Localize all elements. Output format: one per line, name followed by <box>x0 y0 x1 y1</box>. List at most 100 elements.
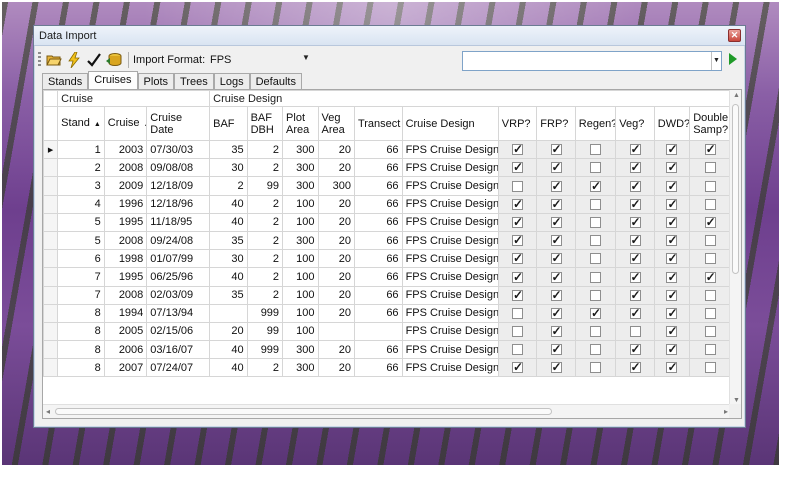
cell-baf-dbh[interactable]: 2 <box>246 230 284 251</box>
import-format-value[interactable]: FPS <box>210 54 231 66</box>
cell-vrp[interactable] <box>497 139 538 160</box>
vegq-checkbox[interactable] <box>629 270 641 284</box>
dbl-checkbox[interactable] <box>704 289 716 301</box>
cell-stand[interactable]: 7 <box>57 267 105 287</box>
frp-checkbox[interactable] <box>550 197 562 211</box>
regen-checkbox[interactable] <box>590 326 602 338</box>
cell-stand[interactable]: 8 <box>57 340 105 360</box>
frp-checkbox[interactable] <box>550 251 562 265</box>
cell-plot[interactable]: 100 <box>282 267 319 287</box>
open-folder-icon[interactable] <box>45 51 63 69</box>
table-row[interactable]: 7 1995 06/25/96 40 2 100 20 66 FPS Cruise Design <box>43 267 731 287</box>
regen-checkbox[interactable] <box>590 362 602 374</box>
cell-cruise[interactable]: 2006 <box>103 340 148 360</box>
column-header[interactable]: FRP? <box>536 106 576 141</box>
cell-vrp[interactable] <box>497 194 538 214</box>
column-header[interactable]: Cruise Date <box>146 106 211 141</box>
cell-cruise[interactable]: 2008 <box>103 158 148 178</box>
cell-veg[interactable]: 20 <box>317 194 355 214</box>
regen-checkbox[interactable] <box>590 216 602 228</box>
vrp-checkbox[interactable] <box>512 307 524 319</box>
cell-baf[interactable]: 30 <box>209 158 248 178</box>
cell-dwd[interactable] <box>653 267 691 287</box>
cell-dbl[interactable] <box>689 139 731 160</box>
cell-stand[interactable]: 8 <box>57 358 105 378</box>
cell-dbl[interactable] <box>689 158 731 178</box>
dbl-checkbox[interactable] <box>704 198 716 210</box>
tab-stands[interactable]: Stands <box>42 73 89 90</box>
cell-vrp[interactable] <box>497 267 538 287</box>
cell-plot[interactable]: 100 <box>282 303 319 323</box>
table-row[interactable]: 4 1996 12/18/96 40 2 100 20 66 FPS Cruise Design <box>43 194 731 214</box>
cell-veg[interactable]: 20 <box>317 230 355 251</box>
cell-design[interactable]: FPS Cruise Design <box>401 139 499 160</box>
cell-vegq[interactable] <box>615 267 655 287</box>
cell-transect[interactable]: 66 <box>353 249 403 269</box>
row-selector[interactable] <box>43 340 59 360</box>
row-selector[interactable] <box>43 194 59 214</box>
dwd-checkbox[interactable] <box>666 215 678 229</box>
cell-dwd[interactable] <box>653 321 691 342</box>
dbl-checkbox[interactable] <box>704 235 716 247</box>
cell-dbl[interactable] <box>689 249 731 269</box>
vegq-checkbox[interactable] <box>629 360 641 374</box>
cell-stand[interactable]: 5 <box>57 212 105 232</box>
cell-date[interactable]: 07/13/94 <box>146 303 211 323</box>
cell-dwd[interactable] <box>653 249 691 269</box>
dwd-checkbox[interactable] <box>666 142 678 156</box>
cell-baf-dbh[interactable]: 2 <box>246 249 284 269</box>
cell-date[interactable]: 02/15/06 <box>146 321 211 342</box>
cell-date[interactable]: 12/18/96 <box>146 194 211 214</box>
table-row[interactable]: 8 1994 07/13/94 999 100 20 66 FPS Cruise Design <box>43 303 731 323</box>
database-import-icon[interactable] <box>105 51 123 69</box>
table-row[interactable]: 6 1998 01/07/99 30 2 100 20 66 FPS Cruise Design <box>43 249 731 269</box>
cell-plot[interactable]: 100 <box>282 321 319 342</box>
cell-regen[interactable] <box>574 358 617 378</box>
table-row[interactable]: ▶ 1 2003 07/30/03 35 2 300 20 66 FPS Cruise Desig… <box>43 139 731 160</box>
cell-baf-dbh[interactable]: 2 <box>246 285 284 305</box>
dwd-checkbox[interactable] <box>666 342 678 356</box>
table-row[interactable]: 8 2005 02/15/06 20 99 100 FPS Cruise Design <box>43 321 731 342</box>
table-row[interactable]: 8 2006 03/16/07 40 999 300 20 66 FPS Cruise Desi… <box>43 340 731 360</box>
dbl-checkbox[interactable] <box>704 344 716 356</box>
cell-veg[interactable]: 20 <box>317 358 355 378</box>
vegq-checkbox[interactable] <box>629 306 641 320</box>
tab-cruises[interactable]: Cruises <box>88 71 138 90</box>
column-header[interactable]: Plot Area <box>282 106 319 141</box>
vegq-checkbox[interactable] <box>629 326 641 338</box>
cell-transect[interactable]: 66 <box>353 212 403 232</box>
dbl-checkbox[interactable] <box>704 215 716 229</box>
vrp-checkbox[interactable] <box>512 288 523 302</box>
cell-plot[interactable]: 300 <box>282 176 319 196</box>
cell-vegq[interactable] <box>615 321 655 342</box>
cell-veg[interactable]: 20 <box>317 212 355 232</box>
dwd-checkbox[interactable] <box>666 197 678 211</box>
sort-ascending-icon[interactable]: ▲ <box>94 121 101 128</box>
vrp-checkbox[interactable] <box>512 142 523 156</box>
cell-dwd[interactable] <box>653 212 691 232</box>
cell-veg[interactable]: 20 <box>317 139 355 160</box>
table-row[interactable]: 2 2008 09/08/08 30 2 300 20 66 FPS Cruise Design <box>43 158 731 178</box>
cell-vegq[interactable] <box>615 249 655 269</box>
vegq-checkbox[interactable] <box>629 160 641 174</box>
row-selector[interactable] <box>43 358 59 378</box>
cell-transect[interactable]: 66 <box>353 285 403 305</box>
cell-frp[interactable] <box>536 303 576 323</box>
cell-cruise[interactable]: 2008 <box>103 230 148 251</box>
regen-checkbox[interactable] <box>590 162 602 174</box>
cell-vegq[interactable] <box>615 158 655 178</box>
vegq-checkbox[interactable] <box>629 142 641 156</box>
cell-frp[interactable] <box>536 158 576 178</box>
cell-plot[interactable]: 300 <box>282 230 319 251</box>
vegq-checkbox[interactable] <box>629 251 641 265</box>
row-selector[interactable] <box>43 303 59 323</box>
cell-regen[interactable] <box>574 176 617 196</box>
vertical-scrollbar[interactable]: ▲ ▼ <box>729 90 741 406</box>
frp-checkbox[interactable] <box>550 142 562 156</box>
cell-frp[interactable] <box>536 285 576 305</box>
cell-plot[interactable]: 100 <box>282 285 319 305</box>
cell-transect[interactable]: 66 <box>353 230 403 251</box>
dbl-checkbox[interactable] <box>704 362 716 374</box>
cell-veg[interactable]: 300 <box>317 176 355 196</box>
cell-vrp[interactable] <box>497 340 538 360</box>
